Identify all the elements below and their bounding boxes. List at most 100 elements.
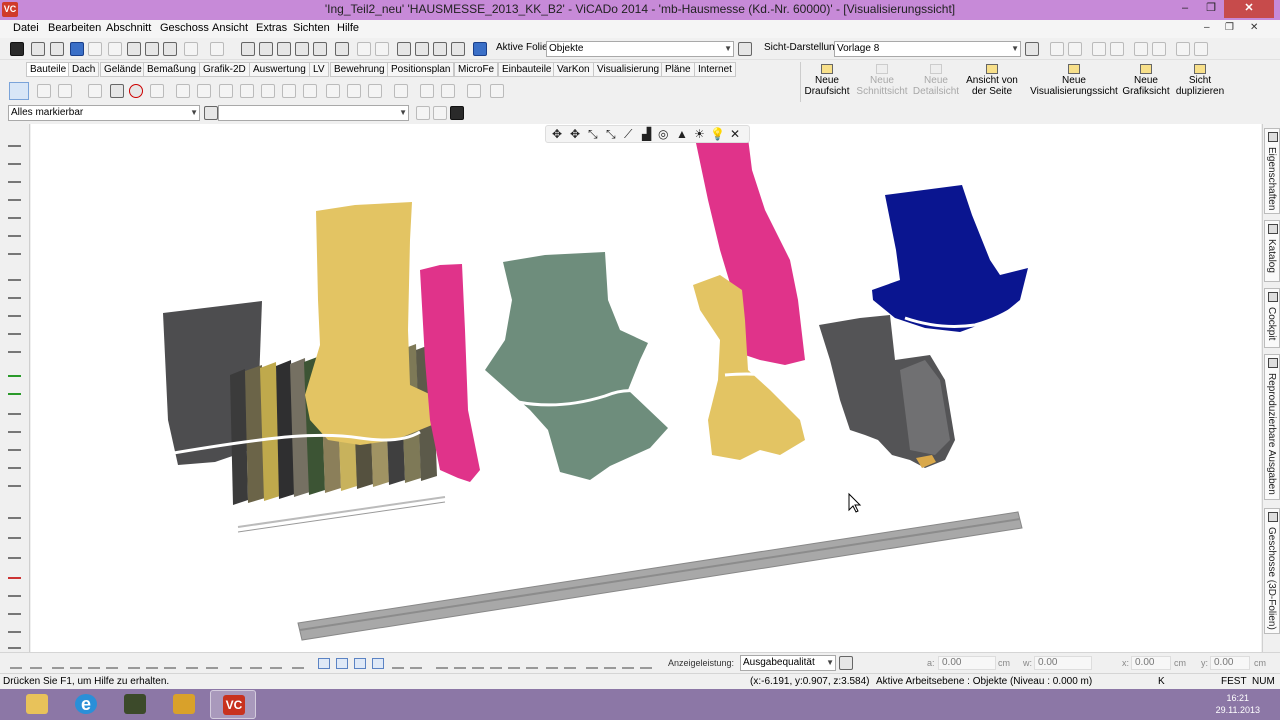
neue-draufsicht-button[interactable]: Neue Draufsicht — [804, 64, 850, 97]
align-tool7-icon[interactable] — [546, 658, 558, 669]
snap-tool3-icon[interactable] — [52, 658, 64, 669]
snap-tool8-icon[interactable] — [146, 658, 158, 669]
pan-icon[interactable]: ✥ — [570, 127, 580, 141]
menu-hilfe[interactable]: Hilfe — [337, 22, 359, 34]
window-split-icon[interactable] — [415, 42, 429, 56]
menu-bearbeiten[interactable]: Bearbeiten — [48, 22, 101, 34]
tool-icon-3[interactable] — [8, 172, 21, 183]
view-tool-icon[interactable] — [1050, 42, 1064, 56]
light-bulb-icon[interactable]: 💡 — [710, 127, 725, 141]
snap-tool13-icon[interactable] — [250, 658, 262, 669]
view-tool5-icon[interactable] — [1134, 42, 1148, 56]
beam-icon[interactable] — [240, 84, 254, 98]
tab-varkon[interactable]: VarKon — [553, 62, 594, 77]
menu-ansicht[interactable]: Ansicht — [212, 22, 248, 34]
column-icon[interactable] — [219, 84, 233, 98]
camera-icon[interactable]: ▲ — [676, 127, 688, 141]
copy-icon[interactable] — [145, 42, 159, 56]
snap-tool-icon[interactable] — [10, 658, 22, 669]
taskbar-vicado-button[interactable]: VC — [210, 690, 256, 719]
snap-tool17-icon[interactable] — [410, 658, 422, 669]
undo-icon[interactable] — [184, 42, 198, 56]
side-tab-katalog[interactable]: Katalog — [1264, 220, 1280, 282]
tab-einbauteile[interactable]: Einbauteile — [498, 62, 556, 77]
check-icon[interactable] — [70, 42, 84, 56]
object-snap-icon[interactable] — [336, 658, 348, 669]
tool-icon-6[interactable] — [8, 226, 21, 237]
snap-tool15-icon[interactable] — [292, 658, 304, 669]
snap-tool16-icon[interactable] — [392, 658, 404, 669]
view-mode-icon[interactable] — [473, 42, 487, 56]
snap-tool4-icon[interactable] — [70, 658, 82, 669]
view-tool2-icon[interactable] — [1068, 42, 1082, 56]
move-icon[interactable]: ✥ — [552, 127, 562, 141]
binoculars-icon[interactable] — [450, 106, 464, 120]
tool-icon-17[interactable] — [8, 476, 21, 487]
window-tool-icon[interactable] — [326, 84, 340, 98]
selection-filter-select[interactable]: Alles markierbar ▼ — [8, 105, 200, 121]
paste-icon[interactable] — [163, 42, 177, 56]
green-tool-icon[interactable] — [8, 366, 21, 377]
tool-icon-13[interactable] — [8, 404, 21, 415]
green-tool2-icon[interactable] — [8, 384, 21, 395]
polar-snap-icon[interactable] — [372, 658, 384, 669]
grid-snap-icon[interactable] — [318, 658, 330, 669]
door-tool-icon[interactable] — [347, 84, 361, 98]
tool-icon-7[interactable] — [8, 244, 21, 255]
ortho-snap-icon[interactable] — [354, 658, 366, 669]
snap-tool10-icon[interactable] — [186, 658, 198, 669]
menu-extras[interactable]: Extras — [256, 22, 287, 34]
tab-auswertung[interactable]: Auswertung — [249, 62, 310, 77]
secondary-filter-select[interactable]: ▼ — [218, 105, 409, 121]
tool-icon-16[interactable] — [8, 458, 21, 469]
align-tool8-icon[interactable] — [564, 658, 576, 669]
tool-icon-8[interactable] — [8, 270, 21, 281]
close-button[interactable]: ✕ — [1224, 0, 1274, 18]
folie-settings-icon[interactable] — [738, 42, 752, 56]
globe-icon[interactable]: ◎ — [658, 127, 668, 141]
zoom-all-icon[interactable] — [295, 42, 309, 56]
distribute-tool4-icon[interactable] — [640, 658, 652, 669]
tool-icon-10[interactable] — [8, 306, 21, 317]
tab-dach[interactable]: Dach — [68, 62, 100, 77]
tab-positionsplan[interactable]: Positionsplan — [387, 62, 455, 77]
side-tab-reproduzierbare-ausgaben[interactable]: Reproduzierbare Ausgaben — [1264, 354, 1280, 500]
snap-tool11-icon[interactable] — [206, 658, 218, 669]
tool-icon-2[interactable] — [8, 154, 21, 165]
snap-tool2-icon[interactable] — [30, 658, 42, 669]
sicht-darstellung-select[interactable]: Vorlage 8 ▼ — [834, 41, 1021, 57]
terrain-tool-icon[interactable] — [394, 84, 408, 98]
menu-abschnitt[interactable]: Abschnitt — [106, 22, 151, 34]
tab-gelaende[interactable]: Gelände — [100, 62, 146, 77]
distribute-tool3-icon[interactable] — [622, 658, 634, 669]
zone-tool-icon[interactable] — [441, 84, 455, 98]
wall-icon[interactable] — [176, 84, 190, 98]
doc-close-button[interactable]: ✕ — [1250, 22, 1258, 33]
orbit2-icon[interactable]: ⤡ — [606, 127, 616, 142]
align-tool2-icon[interactable] — [454, 658, 466, 669]
coord-x-field[interactable]: 0.00 — [1131, 656, 1171, 670]
taskbar-clock[interactable]: 16:21 29.11.2013 — [1216, 692, 1260, 716]
slab-icon[interactable] — [261, 84, 275, 98]
line-tool-icon[interactable] — [37, 84, 51, 98]
snap-tool14-icon[interactable] — [270, 658, 282, 669]
neue-grafiksicht-button[interactable]: Neue Grafiksicht — [1121, 64, 1171, 97]
window-layout-icon[interactable] — [397, 42, 411, 56]
tool-icon-9[interactable] — [8, 288, 21, 299]
layer-icon[interactable] — [335, 42, 349, 56]
preview-icon[interactable] — [50, 42, 64, 56]
roof-icon[interactable] — [282, 84, 296, 98]
display-settings-icon[interactable] — [839, 656, 853, 670]
tab-grafik-2d[interactable]: Grafik-2D — [199, 62, 250, 77]
align-tool6-icon[interactable] — [526, 658, 538, 669]
tool-icon-11[interactable] — [8, 324, 21, 335]
tab-lv[interactable]: LV — [309, 62, 329, 77]
perspective-icon[interactable]: ▟ — [642, 127, 651, 141]
neue-schnittsicht-button[interactable]: Neue Schnittsicht — [855, 64, 909, 97]
ansicht-seite-button[interactable]: Ansicht von der Seite — [963, 64, 1021, 97]
maximize-button[interactable]: ❐ — [1198, 0, 1224, 18]
view-tool3-icon[interactable] — [1092, 42, 1106, 56]
delete-icon[interactable] — [108, 42, 122, 56]
zoom-icon[interactable] — [241, 42, 255, 56]
minimize-button[interactable]: – — [1172, 0, 1198, 18]
